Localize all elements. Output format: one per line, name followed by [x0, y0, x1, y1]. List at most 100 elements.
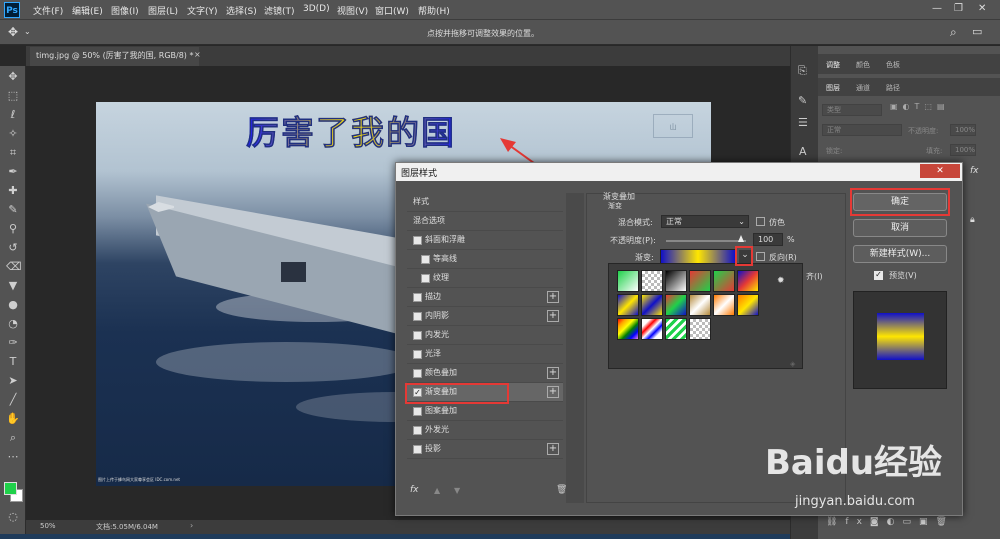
character-icon[interactable]: A [799, 145, 807, 158]
add-effect-plus-icon[interactable]: + [547, 291, 559, 303]
style-item[interactable]: 图案叠加 [407, 402, 563, 421]
maximize-button[interactable]: ❐ [954, 3, 963, 14]
picker-settings-gear-icon[interactable]: ✹ [777, 276, 785, 286]
zoom-icon[interactable]: ⌕ [6, 431, 20, 445]
menu-10[interactable]: 帮助(H) [418, 4, 450, 17]
gradient-preset-swatch[interactable] [617, 318, 639, 340]
menu-7[interactable]: 3D(D) [303, 4, 330, 14]
menu-8[interactable]: 视图(V) [337, 4, 368, 17]
gradient-preset-swatch[interactable] [665, 270, 687, 292]
menu-3[interactable]: 图层(L) [148, 4, 178, 17]
style-item[interactable]: 混合选项 [407, 212, 563, 231]
eraser-icon[interactable]: ⌫ [6, 260, 22, 274]
style-item[interactable]: 描边 + [407, 288, 563, 307]
menu-5[interactable]: 选择(S) [226, 4, 257, 17]
style-checkbox[interactable] [413, 369, 422, 378]
eyedropper-icon[interactable]: ✒ [6, 165, 20, 179]
style-item[interactable]: 样式 [407, 193, 563, 212]
close-window-button[interactable]: ✕ [978, 3, 986, 14]
quick-select-icon[interactable]: ✧ [6, 127, 20, 141]
gradient-preset-swatch[interactable] [641, 294, 663, 316]
move-down-icon[interactable]: ▼ [454, 486, 460, 495]
quick-mask-icon[interactable]: ◌ [6, 510, 20, 524]
style-item[interactable]: 光泽 [407, 345, 563, 364]
resize-handle-icon[interactable]: ◈ [790, 360, 795, 368]
path-select-icon[interactable]: ➤ [6, 374, 20, 388]
add-effect-plus-icon[interactable]: + [547, 367, 559, 379]
tab-swatches[interactable]: 色板 [886, 60, 900, 70]
menu-4[interactable]: 文字(Y) [187, 4, 218, 17]
tab-channels[interactable]: 通道 [856, 83, 870, 93]
history-icon[interactable]: ⎘ [798, 64, 807, 78]
workspace-icon[interactable]: ▭ [972, 25, 982, 38]
style-checkbox[interactable] [421, 274, 430, 283]
style-checkbox[interactable] [413, 445, 422, 454]
lasso-icon[interactable]: ℓ [6, 108, 20, 122]
move-tool-icon[interactable]: ✥ [8, 25, 18, 39]
style-checkbox[interactable] [413, 293, 422, 302]
layer-filter-icons[interactable]: ▣◐T⬚▤ [890, 102, 950, 111]
style-item[interactable]: 内阴影 + [407, 307, 563, 326]
add-effect-plus-icon[interactable]: + [547, 310, 559, 322]
gradient-preset-swatch[interactable] [665, 318, 687, 340]
style-checkbox[interactable] [413, 350, 422, 359]
menu-9[interactable]: 窗口(W) [375, 4, 409, 17]
style-item[interactable]: 等高线 [407, 250, 563, 269]
gradient-preset-swatch[interactable] [641, 318, 663, 340]
hand-icon[interactable]: ✋ [6, 412, 20, 426]
tab-adjustments[interactable]: 调整 [826, 60, 840, 70]
blur-icon[interactable]: ● [6, 298, 20, 312]
menu-2[interactable]: 图像(I) [111, 4, 139, 17]
opacity-field[interactable]: 100 [753, 233, 783, 246]
dialog-close-button[interactable]: ✕ [920, 164, 960, 178]
reverse-checkbox[interactable] [756, 252, 765, 261]
pen-icon[interactable]: ✑ [6, 336, 20, 350]
gradient-preview[interactable] [660, 249, 736, 264]
style-checkbox[interactable] [413, 312, 422, 321]
type-icon[interactable]: T [6, 355, 20, 369]
zoom-level[interactable]: 50% [40, 522, 56, 530]
tab-paths[interactable]: 路径 [886, 83, 900, 93]
layers-footer-icons[interactable]: ⛓fx◙◐▭▣🗑︎ [826, 517, 955, 527]
dodge-icon[interactable]: ◔ [6, 317, 20, 331]
brush-icon[interactable]: ✎ [6, 203, 20, 217]
menu-1[interactable]: 编辑(E) [72, 4, 103, 17]
style-item[interactable]: 投影 + [407, 440, 563, 459]
style-item[interactable]: 斜面和浮雕 [407, 231, 563, 250]
style-item[interactable]: 外发光 [407, 421, 563, 440]
style-item[interactable]: 纹理 [407, 269, 563, 288]
blend-mode-select[interactable]: 正常 ⌄ [661, 215, 749, 228]
gradient-preset-swatch[interactable] [689, 270, 711, 292]
layer-blend-select[interactable]: 正常 [822, 124, 902, 136]
gradient-preset-swatch[interactable] [689, 294, 711, 316]
style-checkbox[interactable] [413, 407, 422, 416]
add-effect-plus-icon[interactable]: + [547, 443, 559, 455]
dither-checkbox[interactable] [756, 217, 765, 226]
layer-fx-icon[interactable]: fx [970, 166, 979, 176]
cancel-button[interactable]: 取消 [853, 219, 947, 237]
close-tab-icon[interactable]: × [194, 50, 201, 59]
add-effect-plus-icon[interactable]: + [547, 386, 559, 398]
document-tab[interactable]: timg.jpg @ 50% (厉害了我的国, RGB/8) * [30, 47, 200, 66]
style-checkbox[interactable] [421, 255, 430, 264]
foreground-color-swatch-fill[interactable] [4, 482, 17, 495]
gradient-preset-swatch[interactable] [737, 294, 759, 316]
healing-icon[interactable]: ✚ [6, 184, 20, 198]
brush-settings-icon[interactable]: ✎ [798, 94, 807, 107]
add-effect-fx-button[interactable]: fx [410, 485, 419, 495]
headline-text-layer[interactable]: 厉害了我的国 [246, 106, 456, 154]
marquee-icon[interactable]: ⬚ [6, 89, 20, 103]
status-menu-chevron-icon[interactable]: › [190, 521, 193, 530]
move-icon[interactable]: ✥ [6, 70, 20, 84]
history-brush-icon[interactable]: ↺ [6, 241, 20, 255]
move-up-icon[interactable]: ▲ [434, 486, 440, 495]
gradient-preset-swatch[interactable] [737, 270, 759, 292]
layer-filter-select[interactable]: 类型 [822, 104, 882, 116]
tool-preset-chevron-icon[interactable]: ⌄ [24, 27, 31, 36]
gradient-preset-swatch[interactable] [617, 294, 639, 316]
style-item[interactable]: 内发光 [407, 326, 563, 345]
gradient-preset-swatch[interactable] [617, 270, 639, 292]
layer-opacity-field[interactable]: 100% [950, 124, 976, 136]
fill-field[interactable]: 100% [950, 144, 976, 156]
tab-layers[interactable]: 图层 [826, 83, 840, 93]
